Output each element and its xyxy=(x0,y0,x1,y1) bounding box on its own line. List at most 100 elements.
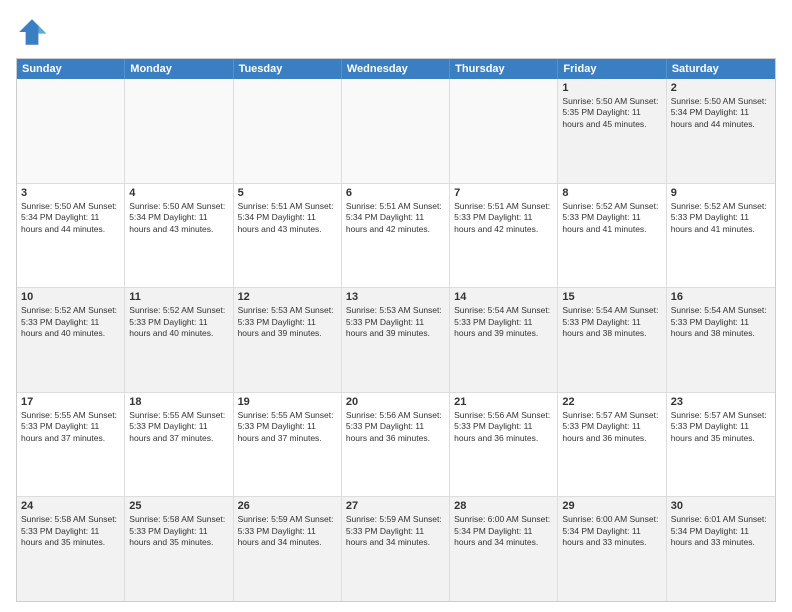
cell-daylight-info: Sunrise: 5:56 AM Sunset: 5:33 PM Dayligh… xyxy=(454,410,553,444)
calendar-cell xyxy=(234,79,342,183)
weekday-header: Sunday xyxy=(17,59,125,79)
day-number: 2 xyxy=(671,82,771,94)
calendar-cell: 29 Sunrise: 6:00 AM Sunset: 5:34 PM Dayli… xyxy=(558,497,666,601)
calendar-cell: 11Sunrise: 5:52 AM Sunset: 5:33 PM Dayli… xyxy=(125,288,233,392)
day-number: 8 xyxy=(562,187,661,199)
day-number: 29 xyxy=(562,500,661,512)
calendar-cell xyxy=(17,79,125,183)
cell-daylight-info: Sunrise: 5:51 AM Sunset: 5:34 PM Dayligh… xyxy=(238,201,337,235)
calendar-cell: 27 Sunrise: 5:59 AM Sunset: 5:33 PM Dayli… xyxy=(342,497,450,601)
calendar-cell xyxy=(125,79,233,183)
day-number: 11 xyxy=(129,291,228,303)
day-number: 26 xyxy=(238,500,337,512)
day-number: 25 xyxy=(129,500,228,512)
calendar-cell: 25 Sunrise: 5:58 AM Sunset: 5:33 PM Dayli… xyxy=(125,497,233,601)
cell-daylight-info: Sunrise: 5:57 AM Sunset: 5:33 PM Dayligh… xyxy=(562,410,661,444)
cell-daylight-info: Sunrise: 5:50 AM Sunset: 5:34 PM Dayligh… xyxy=(129,201,228,235)
calendar-cell: 3 Sunrise: 5:50 AM Sunset: 5:34 PM Daylig… xyxy=(17,184,125,288)
cell-daylight-info: Sunrise: 5:54 AM Sunset: 5:33 PM Dayligh… xyxy=(671,305,771,339)
cell-daylight-info: Sunrise: 5:57 AM Sunset: 5:33 PM Dayligh… xyxy=(671,410,771,444)
calendar-row: 1 Sunrise: 5:50 AM Sunset: 5:35 PM Daylig… xyxy=(17,79,775,183)
calendar-cell: 8 Sunrise: 5:52 AM Sunset: 5:33 PM Daylig… xyxy=(558,184,666,288)
calendar-cell: 9 Sunrise: 5:52 AM Sunset: 5:33 PM Daylig… xyxy=(667,184,775,288)
calendar: SundayMondayTuesdayWednesdayThursdayFrid… xyxy=(16,58,776,602)
day-number: 14 xyxy=(454,291,553,303)
cell-daylight-info: Sunrise: 5:51 AM Sunset: 5:33 PM Dayligh… xyxy=(454,201,553,235)
cell-daylight-info: Sunrise: 5:55 AM Sunset: 5:33 PM Dayligh… xyxy=(21,410,120,444)
calendar-cell: 18 Sunrise: 5:55 AM Sunset: 5:33 PM Dayli… xyxy=(125,393,233,497)
weekday-header: Tuesday xyxy=(234,59,342,79)
calendar-cell: 16Sunrise: 5:54 AM Sunset: 5:33 PM Dayli… xyxy=(667,288,775,392)
day-number: 23 xyxy=(671,396,771,408)
cell-daylight-info: Sunrise: 5:52 AM Sunset: 5:33 PM Dayligh… xyxy=(562,201,661,235)
calendar-row: 17 Sunrise: 5:55 AM Sunset: 5:33 PM Dayli… xyxy=(17,392,775,497)
cell-daylight-info: Sunrise: 5:58 AM Sunset: 5:33 PM Dayligh… xyxy=(21,514,120,548)
day-number: 24 xyxy=(21,500,120,512)
calendar-cell: 15Sunrise: 5:54 AM Sunset: 5:33 PM Dayli… xyxy=(558,288,666,392)
calendar-cell: 17 Sunrise: 5:55 AM Sunset: 5:33 PM Dayli… xyxy=(17,393,125,497)
calendar-cell: 22 Sunrise: 5:57 AM Sunset: 5:33 PM Dayli… xyxy=(558,393,666,497)
cell-daylight-info: Sunrise: 6:00 AM Sunset: 5:34 PM Dayligh… xyxy=(562,514,661,548)
weekday-header: Saturday xyxy=(667,59,775,79)
calendar-cell: 4 Sunrise: 5:50 AM Sunset: 5:34 PM Daylig… xyxy=(125,184,233,288)
calendar-cell: 13 Sunrise: 5:53 AM Sunset: 5:33 PM Dayli… xyxy=(342,288,450,392)
logo-icon xyxy=(16,16,48,48)
day-number: 28 xyxy=(454,500,553,512)
cell-daylight-info: Sunrise: 5:50 AM Sunset: 5:35 PM Dayligh… xyxy=(562,96,661,130)
calendar-body: 1 Sunrise: 5:50 AM Sunset: 5:35 PM Daylig… xyxy=(17,79,775,601)
calendar-cell: 6 Sunrise: 5:51 AM Sunset: 5:34 PM Daylig… xyxy=(342,184,450,288)
day-number: 17 xyxy=(21,396,120,408)
calendar-header: SundayMondayTuesdayWednesdayThursdayFrid… xyxy=(17,59,775,79)
cell-daylight-info: Sunrise: 5:59 AM Sunset: 5:33 PM Dayligh… xyxy=(346,514,445,548)
day-number: 1 xyxy=(562,82,661,94)
weekday-header: Wednesday xyxy=(342,59,450,79)
day-number: 9 xyxy=(671,187,771,199)
calendar-cell: 24 Sunrise: 5:58 AM Sunset: 5:33 PM Dayli… xyxy=(17,497,125,601)
cell-daylight-info: Sunrise: 5:50 AM Sunset: 5:34 PM Dayligh… xyxy=(21,201,120,235)
calendar-cell xyxy=(450,79,558,183)
day-number: 22 xyxy=(562,396,661,408)
cell-daylight-info: Sunrise: 5:55 AM Sunset: 5:33 PM Dayligh… xyxy=(129,410,228,444)
cell-daylight-info: Sunrise: 5:52 AM Sunset: 5:33 PM Dayligh… xyxy=(671,201,771,235)
cell-daylight-info: Sunrise: 5:53 AM Sunset: 5:33 PM Dayligh… xyxy=(346,305,445,339)
day-number: 27 xyxy=(346,500,445,512)
cell-daylight-info: Sunrise: 5:54 AM Sunset: 5:33 PM Dayligh… xyxy=(562,305,661,339)
day-number: 3 xyxy=(21,187,120,199)
day-number: 6 xyxy=(346,187,445,199)
calendar-cell: 26 Sunrise: 5:59 AM Sunset: 5:33 PM Dayli… xyxy=(234,497,342,601)
page-header xyxy=(16,16,776,48)
day-number: 19 xyxy=(238,396,337,408)
calendar-cell: 12Sunrise: 5:53 AM Sunset: 5:33 PM Dayli… xyxy=(234,288,342,392)
calendar-cell: 19 Sunrise: 5:55 AM Sunset: 5:33 PM Dayli… xyxy=(234,393,342,497)
calendar-cell: 1 Sunrise: 5:50 AM Sunset: 5:35 PM Daylig… xyxy=(558,79,666,183)
calendar-cell xyxy=(342,79,450,183)
calendar-cell: 7 Sunrise: 5:51 AM Sunset: 5:33 PM Daylig… xyxy=(450,184,558,288)
calendar-cell: 30 Sunrise: 6:01 AM Sunset: 5:34 PM Dayli… xyxy=(667,497,775,601)
calendar-cell: 10Sunrise: 5:52 AM Sunset: 5:33 PM Dayli… xyxy=(17,288,125,392)
cell-daylight-info: Sunrise: 5:56 AM Sunset: 5:33 PM Dayligh… xyxy=(346,410,445,444)
weekday-header: Friday xyxy=(558,59,666,79)
day-number: 30 xyxy=(671,500,771,512)
cell-daylight-info: Sunrise: 5:58 AM Sunset: 5:33 PM Dayligh… xyxy=(129,514,228,548)
cell-daylight-info: Sunrise: 5:51 AM Sunset: 5:34 PM Dayligh… xyxy=(346,201,445,235)
cell-daylight-info: Sunrise: 5:55 AM Sunset: 5:33 PM Dayligh… xyxy=(238,410,337,444)
weekday-header: Thursday xyxy=(450,59,558,79)
calendar-cell: 20Sunrise: 5:56 AM Sunset: 5:33 PM Dayli… xyxy=(342,393,450,497)
day-number: 13 xyxy=(346,291,445,303)
calendar-row: 10Sunrise: 5:52 AM Sunset: 5:33 PM Dayli… xyxy=(17,287,775,392)
cell-daylight-info: Sunrise: 6:01 AM Sunset: 5:34 PM Dayligh… xyxy=(671,514,771,548)
cell-daylight-info: Sunrise: 6:00 AM Sunset: 5:34 PM Dayligh… xyxy=(454,514,553,548)
cell-daylight-info: Sunrise: 5:59 AM Sunset: 5:33 PM Dayligh… xyxy=(238,514,337,548)
cell-daylight-info: Sunrise: 5:52 AM Sunset: 5:33 PM Dayligh… xyxy=(21,305,120,339)
day-number: 4 xyxy=(129,187,228,199)
calendar-cell: 14Sunrise: 5:54 AM Sunset: 5:33 PM Dayli… xyxy=(450,288,558,392)
calendar-cell: 28 Sunrise: 6:00 AM Sunset: 5:34 PM Dayli… xyxy=(450,497,558,601)
calendar-cell: 23 Sunrise: 5:57 AM Sunset: 5:33 PM Dayli… xyxy=(667,393,775,497)
day-number: 18 xyxy=(129,396,228,408)
cell-daylight-info: Sunrise: 5:53 AM Sunset: 5:33 PM Dayligh… xyxy=(238,305,337,339)
calendar-row: 24 Sunrise: 5:58 AM Sunset: 5:33 PM Dayli… xyxy=(17,496,775,601)
day-number: 7 xyxy=(454,187,553,199)
logo xyxy=(16,16,52,48)
cell-daylight-info: Sunrise: 5:50 AM Sunset: 5:34 PM Dayligh… xyxy=(671,96,771,130)
calendar-cell: 21Sunrise: 5:56 AM Sunset: 5:33 PM Dayli… xyxy=(450,393,558,497)
